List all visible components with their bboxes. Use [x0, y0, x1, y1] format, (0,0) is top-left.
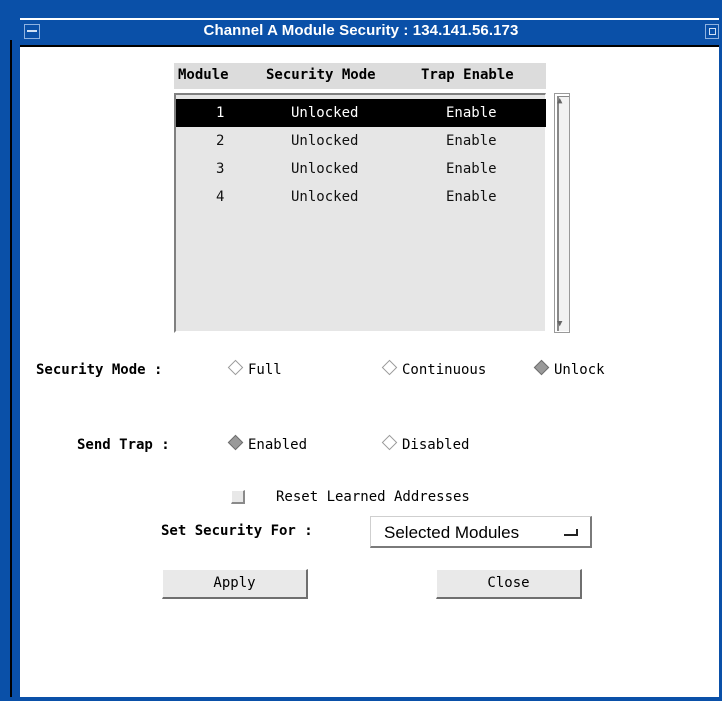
- apply-button[interactable]: Apply: [162, 569, 308, 599]
- set-security-for-label: Set Security For :: [161, 523, 313, 539]
- scroll-up-icon[interactable]: ▲: [557, 97, 562, 106]
- table-row[interactable]: 4 Unlocked Enable: [176, 183, 546, 211]
- send-trap-label: Send Trap :: [77, 437, 170, 453]
- radio-diamond-icon: [227, 359, 244, 376]
- dropdown-value: Selected Modules: [384, 523, 520, 542]
- table-row[interactable]: 2 Unlocked Enable: [176, 127, 546, 155]
- scroll-down-icon[interactable]: ▼: [557, 320, 562, 329]
- window-frame-bottom: [0, 697, 722, 701]
- close-button[interactable]: Close: [436, 569, 582, 599]
- table-header: Module Security Mode Trap Enable: [174, 63, 546, 89]
- radio-full[interactable]: Full: [227, 359, 282, 378]
- window-title: Channel A Module Security : 134.141.56.1…: [203, 22, 519, 39]
- radio-diamond-icon: [381, 359, 398, 376]
- radio-diamond-icon: [533, 359, 550, 376]
- radio-diamond-icon: [227, 434, 244, 451]
- list-scrollbar[interactable]: ▲ ▼: [554, 93, 570, 333]
- header-trap-enable: Trap Enable: [421, 67, 514, 83]
- window-frame-left: [0, 0, 20, 701]
- radio-continuous[interactable]: Continuous: [381, 359, 486, 378]
- reset-learned-addresses-label[interactable]: Reset Learned Addresses: [276, 489, 470, 505]
- radio-unlock[interactable]: Unlock: [533, 359, 605, 378]
- header-module: Module: [178, 67, 229, 83]
- table-row[interactable]: 1 Unlocked Enable: [176, 99, 546, 127]
- radio-disabled[interactable]: Disabled: [381, 434, 469, 453]
- radio-diamond-icon: [381, 434, 398, 451]
- scrollbar-track[interactable]: [557, 96, 569, 331]
- reset-learned-addresses-checkbox[interactable]: [231, 490, 245, 504]
- window-menu-icon[interactable]: [24, 24, 40, 39]
- security-mode-label: Security Mode :: [36, 362, 163, 378]
- maximize-icon[interactable]: [705, 24, 719, 39]
- radio-enabled[interactable]: Enabled: [227, 434, 307, 453]
- title-divider: [20, 45, 719, 47]
- set-security-for-dropdown[interactable]: Selected Modules: [370, 516, 592, 548]
- module-list[interactable]: 1 Unlocked Enable 2 Unlocked Enable 3 Un…: [174, 93, 546, 333]
- header-security-mode: Security Mode: [266, 67, 376, 83]
- table-row[interactable]: 3 Unlocked Enable: [176, 155, 546, 183]
- module-security-window: Channel A Module Security : 134.141.56.1…: [0, 0, 722, 701]
